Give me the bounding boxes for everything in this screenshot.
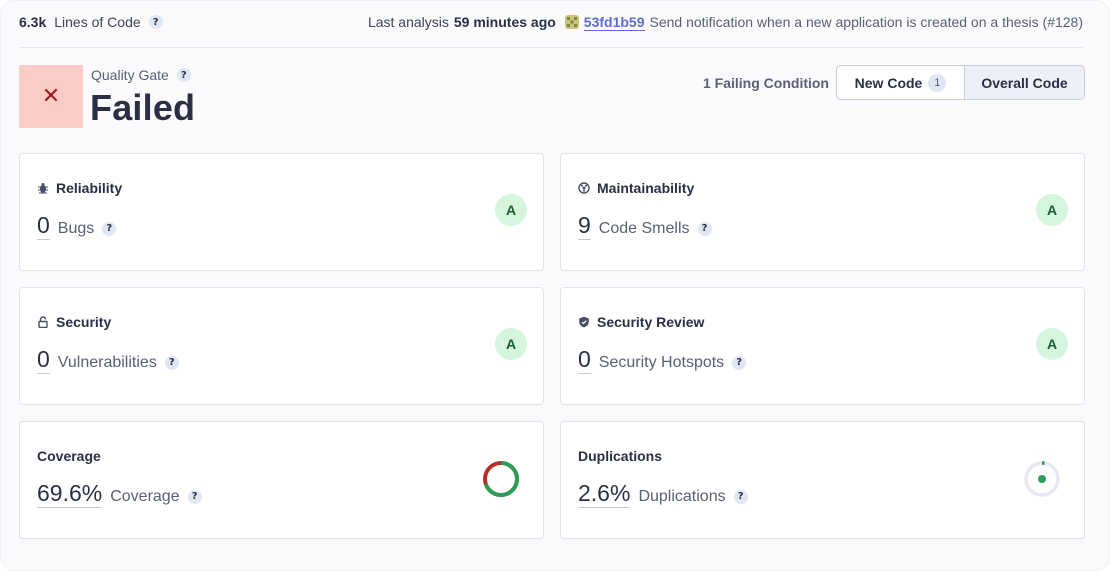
help-icon[interactable]: ? bbox=[732, 355, 747, 370]
project-overview: 6.3k Lines of Code ? Last analysis 59 mi… bbox=[0, 0, 1110, 571]
security-title-text: Security bbox=[56, 314, 112, 330]
maintainability-rating[interactable]: A bbox=[1036, 194, 1068, 226]
security-rating[interactable]: A bbox=[495, 328, 527, 360]
coverage-title-text: Coverage bbox=[37, 448, 101, 464]
help-icon[interactable]: ? bbox=[102, 221, 117, 236]
duplications-label: Duplications bbox=[638, 488, 726, 505]
duplications-card: Duplications 2.6% Duplications ? bbox=[560, 421, 1085, 539]
help-icon[interactable]: ? bbox=[733, 489, 748, 504]
help-icon[interactable]: ? bbox=[176, 68, 191, 82]
code-smells-count[interactable]: 9 bbox=[578, 212, 591, 240]
maintainability-title-text: Maintainability bbox=[597, 180, 695, 196]
coverage-donut-icon bbox=[483, 461, 519, 497]
duplications-metric: 2.6% Duplications ? bbox=[578, 480, 748, 508]
overall-code-label: Overall Code bbox=[981, 74, 1068, 91]
maintainability-card: Maintainability 9 Code Smells ? A bbox=[560, 153, 1085, 271]
new-code-count-badge: 1 bbox=[928, 73, 947, 92]
last-analysis-label: Last analysis bbox=[367, 14, 449, 30]
reliability-title: Reliability bbox=[37, 180, 122, 196]
overall-code-button[interactable]: Overall Code bbox=[965, 66, 1084, 99]
security-title: Security bbox=[37, 314, 111, 330]
help-icon[interactable]: ? bbox=[148, 15, 163, 29]
analysis-topbar: 6.3k Lines of Code ? Last analysis 59 mi… bbox=[19, 11, 1083, 33]
vulnerabilities-count[interactable]: 0 bbox=[37, 346, 50, 374]
duplications-dot bbox=[1038, 475, 1046, 483]
close-icon: ✕ bbox=[41, 84, 61, 109]
vulnerabilities-label: Vulnerabilities bbox=[57, 354, 157, 371]
avatar-icon bbox=[564, 15, 579, 29]
lock-icon bbox=[38, 316, 48, 328]
security-card: Security 0 Vulnerabilities ? A bbox=[19, 287, 544, 405]
quality-gate-status: Failed bbox=[90, 87, 196, 128]
help-icon[interactable]: ? bbox=[697, 221, 712, 236]
quality-gate-label-row: Quality Gate ? bbox=[91, 67, 191, 83]
bugs-count[interactable]: 0 bbox=[37, 212, 50, 240]
maintainability-title: Maintainability bbox=[578, 180, 694, 196]
coverage-title: Coverage bbox=[37, 448, 101, 464]
duplications-value[interactable]: 2.6% bbox=[578, 480, 631, 508]
quality-gate-label: Quality Gate bbox=[91, 67, 169, 83]
code-smells-metric: 9 Code Smells ? bbox=[578, 212, 712, 240]
duplications-title-text: Duplications bbox=[578, 448, 663, 464]
maintainability-icon bbox=[578, 182, 590, 194]
reliability-card: Reliability 0 Bugs ? A bbox=[19, 153, 544, 271]
security-hotspots-label: Security Hotspots bbox=[598, 354, 725, 371]
duplications-title: Duplications bbox=[578, 448, 662, 464]
help-icon[interactable]: ? bbox=[187, 489, 202, 504]
divider bbox=[19, 47, 1083, 48]
help-icon[interactable]: ? bbox=[164, 355, 179, 370]
quality-gate-status-box: ✕ bbox=[19, 65, 83, 128]
commit-hash-link[interactable]: 53fd1b59 bbox=[583, 14, 645, 31]
failing-conditions-link[interactable]: 1 Failing Condition bbox=[703, 75, 829, 91]
coverage-value[interactable]: 69.6% bbox=[37, 480, 103, 508]
shield-icon bbox=[579, 316, 589, 328]
security-hotspots-metric: 0 Security Hotspots ? bbox=[578, 346, 747, 374]
new-code-label: New Code bbox=[854, 74, 923, 91]
reliability-title-text: Reliability bbox=[56, 180, 123, 196]
security-review-card: Security Review 0 Security Hotspots ? A bbox=[560, 287, 1085, 405]
security-review-rating[interactable]: A bbox=[1036, 328, 1068, 360]
new-code-button[interactable]: New Code 1 bbox=[837, 66, 965, 99]
coverage-card: Coverage 69.6% Coverage ? bbox=[19, 421, 544, 539]
commit-message: Send notification when a new application… bbox=[649, 14, 1084, 30]
coverage-metric: 69.6% Coverage ? bbox=[37, 480, 202, 508]
security-review-title: Security Review bbox=[578, 314, 704, 330]
code-smells-label: Code Smells bbox=[598, 220, 690, 237]
bug-icon bbox=[38, 183, 48, 194]
bugs-metric: 0 Bugs ? bbox=[37, 212, 117, 240]
lines-of-code-value: 6.3k bbox=[19, 14, 47, 30]
vulnerabilities-metric: 0 Vulnerabilities ? bbox=[37, 346, 179, 374]
code-scope-toggle: New Code 1 Overall Code bbox=[836, 65, 1085, 100]
security-hotspots-count[interactable]: 0 bbox=[578, 346, 591, 374]
security-review-title-text: Security Review bbox=[597, 314, 705, 330]
reliability-rating[interactable]: A bbox=[495, 194, 527, 226]
duplications-gauge-icon bbox=[1024, 461, 1060, 497]
lines-of-code-label: Lines of Code bbox=[54, 14, 141, 30]
coverage-label: Coverage bbox=[110, 488, 180, 505]
last-analysis-time: 59 minutes ago bbox=[453, 14, 556, 30]
bugs-label: Bugs bbox=[57, 220, 95, 237]
